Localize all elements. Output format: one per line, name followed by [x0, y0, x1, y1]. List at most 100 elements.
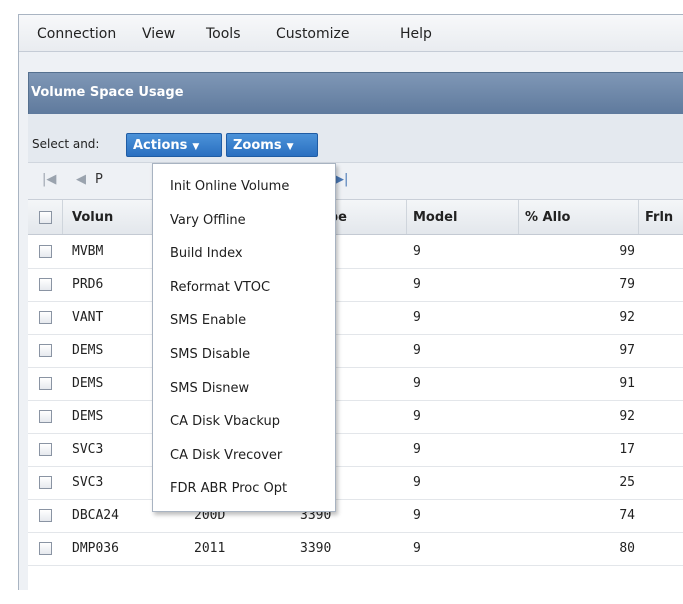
row-checkbox[interactable] — [39, 509, 52, 522]
actions-menu-item-label: CA Disk Vbackup — [170, 414, 281, 430]
panel-header: Volume Space Usage — [28, 72, 683, 115]
page-label: P — [95, 172, 103, 187]
first-page-icon[interactable]: |◀ — [42, 172, 56, 187]
col-pct-allo[interactable]: % Allo — [525, 210, 570, 225]
actions-menu-item[interactable]: Reformat VTOC — [153, 271, 335, 305]
zooms-button[interactable]: Zooms ▼ — [226, 133, 318, 157]
select-and-label: Select and: — [32, 137, 100, 151]
cell-volume: DEMS — [72, 409, 104, 424]
actions-menu-item[interactable]: Build Index — [153, 237, 335, 271]
cell-pct-allo: 79 — [619, 277, 635, 292]
cell-model: 9 — [413, 310, 421, 325]
row-checkbox[interactable] — [39, 476, 52, 489]
prev-page-icon[interactable]: ◀ — [76, 172, 86, 187]
table-row[interactable]: SVC30917 — [28, 433, 683, 467]
actions-menu-item[interactable]: SMS Disnew — [153, 372, 335, 406]
cell-type: 3390 — [300, 541, 332, 556]
actions-label: Actions — [133, 138, 188, 153]
cell-pct-allo: 25 — [619, 475, 635, 490]
menu-view[interactable]: View — [142, 26, 175, 42]
cell-volume: DEMS — [72, 376, 104, 391]
table-row[interactable]: VANT0992 — [28, 301, 683, 335]
row-checkbox[interactable] — [39, 410, 52, 423]
cell-model: 9 — [413, 244, 421, 259]
cell-model: 9 — [413, 376, 421, 391]
cell-pct-allo: 99 — [619, 244, 635, 259]
row-checkbox[interactable] — [39, 344, 52, 357]
chevron-down-icon: ▼ — [286, 142, 294, 152]
table-row[interactable]: DBCA24 200D 3390 9 74 — [28, 499, 683, 533]
row-checkbox[interactable] — [39, 443, 52, 456]
menu-customize[interactable]: Customize — [276, 26, 350, 42]
cell-pct-allo: 74 — [619, 508, 635, 523]
table-row[interactable]: SVC30925 — [28, 466, 683, 500]
table-row[interactable]: DMP036 2011 3390 9 80 — [28, 532, 683, 566]
cell-pct-allo: 80 — [619, 541, 635, 556]
col-volume[interactable]: Volun — [72, 210, 113, 225]
row-checkbox[interactable] — [39, 278, 52, 291]
cell-volume: PRD6 — [72, 277, 104, 292]
cell-pct-allo: 92 — [619, 310, 635, 325]
cell-volume: DEMS — [72, 343, 104, 358]
cell-volume: DMP036 — [72, 541, 119, 556]
row-checkbox[interactable] — [39, 245, 52, 258]
cell-pct-allo: 92 — [619, 409, 635, 424]
zooms-label: Zooms — [233, 138, 282, 153]
cell-volume: VANT — [72, 310, 104, 325]
column-divider — [518, 200, 519, 234]
actions-menu-item[interactable]: Init Online Volume — [153, 170, 335, 204]
table-row[interactable]: MVBM0999 — [28, 235, 683, 269]
row-checkbox[interactable] — [39, 377, 52, 390]
table-row[interactable]: DEMS0992 — [28, 400, 683, 434]
menu-connection[interactable]: Connection — [37, 26, 116, 42]
table-header: Volun Type Model % Allo Frln — [28, 200, 683, 235]
select-all-checkbox[interactable] — [39, 211, 52, 224]
menu-help[interactable]: Help — [400, 26, 432, 42]
actions-menu-item-label: Build Index — [170, 246, 243, 262]
cell-volume: SVC3 — [72, 475, 104, 490]
cell-model: 9 — [413, 343, 421, 358]
cell-volume: DBCA24 — [72, 508, 119, 523]
actions-menu-item-label: FDR ABR Proc Opt — [170, 481, 288, 497]
cell-unit: 2011 — [194, 541, 226, 556]
last-page-icon[interactable]: ▶| — [334, 172, 348, 187]
column-divider — [406, 200, 407, 234]
actions-menu-item-label: SMS Enable — [170, 313, 247, 329]
volume-table: Volun Type Model % Allo Frln MVBM0999PRD… — [28, 200, 683, 604]
actions-menu-item[interactable]: SMS Disable — [153, 338, 335, 372]
table-row[interactable]: DEMS0991 — [28, 367, 683, 401]
actions-menu-item-label: Init Online Volume — [170, 179, 290, 194]
cell-pct-allo: 17 — [619, 442, 635, 457]
actions-button[interactable]: Actions ▼ — [126, 133, 222, 157]
cell-pct-allo: 97 — [619, 343, 635, 358]
col-frln[interactable]: Frln — [645, 210, 673, 225]
actions-menu-item[interactable]: SMS Enable — [153, 304, 335, 338]
menu-tools[interactable]: Tools — [206, 26, 241, 42]
table-row[interactable]: DEMS0997 — [28, 334, 683, 368]
actions-menu-item[interactable]: CA Disk Vbackup — [153, 405, 335, 439]
actions-menu-item-label: Vary Offline — [170, 212, 246, 228]
cell-model: 9 — [413, 541, 421, 556]
row-checkbox[interactable] — [39, 311, 52, 324]
actions-menu-item-label: SMS Disable — [170, 347, 251, 362]
actions-dropdown-menu: Init Online Volume Vary Offline Build Inde… — [152, 163, 336, 512]
toolbar: Select and: Actions ▼ Zooms ▼ — [28, 114, 683, 162]
chevron-down-icon: ▼ — [192, 142, 200, 152]
column-divider — [638, 200, 639, 234]
actions-menu-item[interactable]: FDR ABR Proc Opt — [153, 472, 335, 506]
row-checkbox[interactable] — [39, 542, 52, 555]
cell-pct-allo: 91 — [619, 376, 635, 391]
actions-menu-item-label: CA Disk Vrecover — [170, 447, 283, 463]
actions-menu-item[interactable]: Vary Offline — [153, 204, 335, 238]
column-divider — [62, 200, 63, 234]
menu-bar: Connection View Tools Customize Help — [19, 15, 683, 52]
cell-volume: MVBM — [72, 244, 104, 259]
cell-model: 9 — [413, 475, 421, 490]
actions-menu-item[interactable]: CA Disk Vrecover — [153, 439, 335, 473]
cell-model: 9 — [413, 277, 421, 292]
actions-menu-item-label: Reformat VTOC — [170, 279, 271, 295]
col-model[interactable]: Model — [413, 210, 457, 225]
cell-volume: SVC3 — [72, 442, 104, 457]
cell-model: 9 — [413, 409, 421, 424]
table-row[interactable]: PRD60979 — [28, 268, 683, 302]
